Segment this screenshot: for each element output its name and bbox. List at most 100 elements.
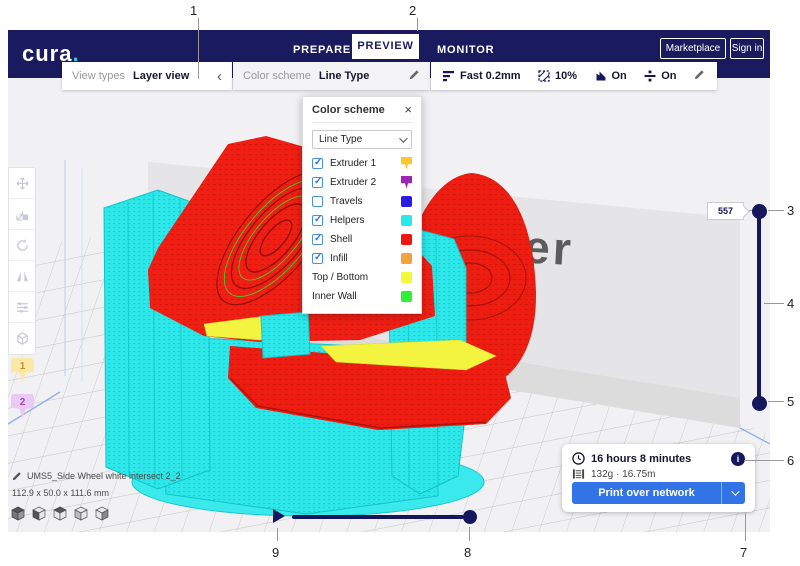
model-info: UMS5_Side Wheel white intersect 2_2 bbox=[12, 471, 181, 481]
view-left-icon[interactable] bbox=[73, 506, 89, 522]
travels-checkbox[interactable] bbox=[312, 196, 323, 207]
tool-sidebar bbox=[8, 167, 36, 355]
callout-7: 7 bbox=[740, 545, 747, 560]
extruder-2-checkbox[interactable] bbox=[312, 177, 323, 188]
callout-5: 5 bbox=[787, 394, 794, 409]
scale-tool-button[interactable] bbox=[9, 199, 35, 230]
path-slider-handle[interactable] bbox=[463, 510, 477, 524]
callout-5-line bbox=[768, 401, 784, 402]
collapse-chevron-icon[interactable]: ‹ bbox=[217, 68, 222, 85]
row-label: Extruder 1 bbox=[330, 158, 401, 169]
callout-2-line bbox=[417, 18, 418, 31]
infill-value: 10% bbox=[555, 70, 577, 82]
callout-6-line bbox=[744, 460, 784, 461]
info-icon[interactable]: i bbox=[731, 452, 745, 466]
helpers-swatch bbox=[401, 215, 412, 226]
popup-title: Color scheme bbox=[312, 104, 385, 116]
adhesion-value: On bbox=[661, 70, 676, 82]
callout-1: 1 bbox=[190, 3, 197, 18]
view-orientation-controls bbox=[10, 506, 110, 522]
view-types-value[interactable]: Layer view bbox=[133, 70, 189, 82]
move-tool-button[interactable] bbox=[9, 168, 35, 199]
print-over-network-button[interactable]: Print over network bbox=[572, 482, 745, 504]
tab-preview[interactable]: PREVIEW bbox=[352, 34, 419, 59]
tab-monitor[interactable]: MONITOR bbox=[437, 44, 494, 56]
row-label: Inner Wall bbox=[312, 291, 401, 302]
dropdown-value: Line Type bbox=[319, 134, 362, 145]
support-blocker-button[interactable] bbox=[9, 323, 35, 354]
callout-8: 8 bbox=[464, 545, 471, 560]
support-value: On bbox=[612, 70, 627, 82]
support-icon bbox=[595, 70, 607, 82]
top-bottom-swatch bbox=[401, 272, 412, 283]
marketplace-button[interactable]: Marketplace bbox=[660, 38, 726, 59]
layer-slider-track[interactable] bbox=[757, 211, 761, 403]
layer-number-bubble[interactable]: 557 bbox=[707, 202, 744, 220]
close-icon[interactable]: × bbox=[404, 105, 412, 115]
tab-prepare[interactable]: PREPARE bbox=[293, 44, 351, 56]
extruder-2-swatch bbox=[401, 176, 412, 189]
legend-row-extruder-1: Extruder 1 bbox=[312, 155, 412, 171]
support-setting[interactable]: On bbox=[595, 70, 627, 82]
view-front-icon[interactable] bbox=[31, 506, 47, 522]
layer-slider-lower-handle[interactable] bbox=[752, 396, 767, 411]
view-types-label: View types bbox=[72, 70, 125, 82]
callout-6: 6 bbox=[787, 453, 794, 468]
print-time: 16 hours 8 minutes bbox=[591, 453, 691, 465]
page: cura. PREPARE PREVIEW MONITOR Marketplac… bbox=[0, 0, 800, 566]
layer-slider-upper-handle[interactable] bbox=[752, 204, 767, 219]
per-model-settings-button[interactable] bbox=[9, 292, 35, 323]
color-scheme-panel[interactable]: Color scheme Line Type bbox=[233, 62, 430, 90]
path-slider-track[interactable] bbox=[292, 515, 464, 519]
extruder-1-swatch bbox=[401, 157, 412, 170]
move-icon bbox=[15, 176, 30, 191]
color-scheme-dropdown[interactable]: Line Type bbox=[312, 130, 412, 149]
rotate-tool-button[interactable] bbox=[9, 230, 35, 261]
legend-row-helpers: Helpers bbox=[312, 212, 412, 228]
adhesion-setting[interactable]: On bbox=[644, 70, 676, 82]
extruder-1-checkbox[interactable] bbox=[312, 158, 323, 169]
view-3d-icon[interactable] bbox=[10, 506, 26, 522]
helpers-checkbox[interactable] bbox=[312, 215, 323, 226]
view-top-icon[interactable] bbox=[52, 506, 68, 522]
3d-viewport[interactable]: ker bbox=[8, 78, 770, 532]
shell-checkbox[interactable] bbox=[312, 234, 323, 245]
row-label: Infill bbox=[330, 253, 401, 264]
rename-pencil-icon[interactable] bbox=[12, 471, 22, 481]
legend-row-infill: Infill bbox=[312, 250, 412, 266]
print-button-label: Print over network bbox=[572, 482, 721, 504]
color-scheme-value[interactable]: Line Type bbox=[319, 70, 370, 82]
callout-2: 2 bbox=[409, 3, 416, 18]
edit-settings-pencil-icon[interactable] bbox=[694, 69, 705, 83]
sign-in-button[interactable]: Sign in bbox=[730, 38, 764, 59]
layers-icon bbox=[443, 71, 455, 82]
mirror-tool-button[interactable] bbox=[9, 261, 35, 292]
edit-pencil-icon[interactable] bbox=[409, 69, 420, 83]
infill-setting[interactable]: 10% bbox=[538, 70, 577, 82]
model-name[interactable]: UMS5_Side Wheel white intersect 2_2 bbox=[27, 471, 181, 481]
profile-setting[interactable]: Fast 0.2mm bbox=[443, 70, 521, 82]
adhesion-icon bbox=[644, 70, 656, 82]
profile-value: Fast 0.2mm bbox=[460, 70, 521, 82]
callout-9: 9 bbox=[272, 545, 279, 560]
play-button[interactable] bbox=[273, 509, 285, 523]
infill-checkbox[interactable] bbox=[312, 253, 323, 264]
material-usage: 132g · 16.75m bbox=[591, 469, 656, 480]
callout-1-line bbox=[198, 18, 199, 79]
clock-icon bbox=[572, 452, 585, 465]
callout-7-line bbox=[745, 513, 746, 541]
view-right-icon[interactable] bbox=[94, 506, 110, 522]
color-scheme-label: Color scheme bbox=[243, 70, 311, 82]
color-scheme-popup: Color scheme × Line Type Extruder 1 Extr… bbox=[302, 96, 422, 314]
legend-row-extruder-2: Extruder 2 bbox=[312, 174, 412, 190]
callout-3-line bbox=[768, 210, 784, 211]
callout-9-line bbox=[277, 528, 278, 541]
print-options-chevron[interactable] bbox=[721, 482, 745, 504]
callout-4-line bbox=[764, 303, 784, 304]
print-settings-panel[interactable]: Fast 0.2mm 10% On On bbox=[431, 62, 717, 90]
view-types-panel[interactable]: View types Layer view ‹ bbox=[62, 62, 232, 90]
print-summary-card: 16 hours 8 minutes 132g · 16.75m i Print… bbox=[562, 444, 755, 512]
legend-row-shell: Shell bbox=[312, 231, 412, 247]
infill-icon bbox=[538, 70, 550, 82]
scale-icon bbox=[15, 207, 30, 222]
